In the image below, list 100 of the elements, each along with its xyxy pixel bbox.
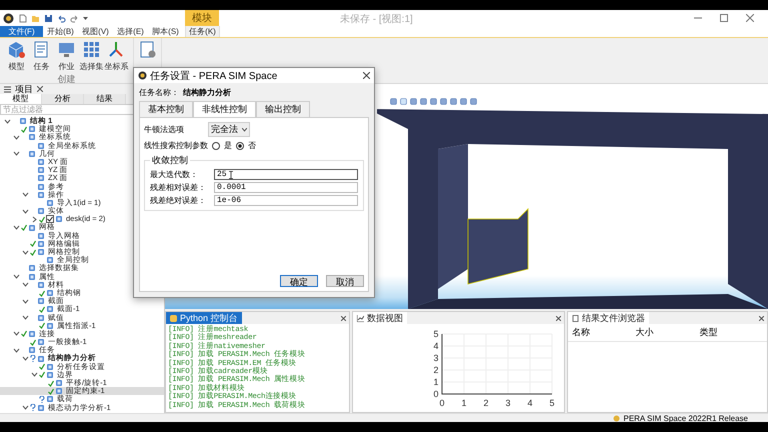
list-icon <box>4 86 11 92</box>
newton-dropdown[interactable]: 完全法 <box>208 122 250 137</box>
chevron-down-icon[interactable] <box>22 404 29 412</box>
group-title: 收敛控制 <box>151 154 189 167</box>
chevron-down-icon[interactable] <box>13 273 20 280</box>
ribbon-button[interactable]: 坐标系 <box>104 40 129 72</box>
clipboard-gear-icon <box>138 40 157 59</box>
y-tick-label: 0 <box>433 389 439 399</box>
panel-title: 项目 <box>15 82 33 94</box>
ribbon-tab[interactable]: 开始(B) <box>43 26 78 37</box>
checked-checkbox-icon[interactable] <box>46 215 54 224</box>
chart-icon <box>357 314 364 322</box>
field-label: 残差相对误差： <box>150 182 207 193</box>
x-tick-label: 3 <box>505 398 511 408</box>
maximize-icon <box>720 14 728 22</box>
empty-chart: 0 1 2 3 4 5 0 1 2 3 4 5 <box>424 324 564 412</box>
chevron-right-icon[interactable] <box>31 216 38 223</box>
redo-icon <box>70 14 79 22</box>
radio-label: 否 <box>248 140 256 151</box>
close-icon <box>556 316 561 320</box>
panel-tab[interactable]: 分析 <box>42 94 84 104</box>
dialog-tab[interactable]: 非线性控制 <box>193 101 256 117</box>
cube-plus-icon <box>7 40 26 59</box>
input-field[interactable]: 0.0001 <box>214 182 358 193</box>
text-cursor-icon <box>228 170 233 178</box>
field-label: 任务名称： <box>139 87 179 98</box>
app-logo-icon <box>3 12 14 24</box>
field-label: 残差绝对误差： <box>150 195 207 206</box>
close-icon <box>37 86 43 92</box>
ribbon-tab[interactable]: 文件(F) <box>0 26 43 37</box>
window-title: 未保存 - [视图:1] <box>340 12 413 26</box>
grid-icon <box>82 40 101 59</box>
dialog-tab[interactable]: 输出控制 <box>256 101 310 117</box>
chevron-down-icon[interactable] <box>13 346 20 354</box>
dialog-tab[interactable]: 基本控制 <box>139 101 193 117</box>
close-icon <box>341 316 346 320</box>
chevron-down-icon[interactable] <box>22 248 29 256</box>
status-text: PERA SIM Space 2022R1 Release <box>623 414 748 422</box>
y-tick-label: 5 <box>433 329 439 339</box>
ribbon-button[interactable]: 模型 <box>4 40 29 72</box>
field-label: 最大迭代数： <box>150 169 199 180</box>
chevron-down-icon[interactable] <box>22 281 29 288</box>
ribbon-tab[interactable]: 选择(E) <box>113 26 148 37</box>
chevron-down-icon[interactable] <box>22 355 29 362</box>
app-logo-icon <box>613 414 620 422</box>
close-icon <box>759 316 764 320</box>
ribbon-button[interactable]: 选择集 <box>79 40 104 72</box>
chevron-down-icon[interactable] <box>22 314 29 322</box>
node-icon <box>55 215 63 224</box>
radio-button[interactable] <box>212 142 220 150</box>
dropdown-icon <box>83 16 88 20</box>
new-file-icon <box>18 14 27 22</box>
radio-button[interactable] <box>236 142 244 150</box>
input-field[interactable]: 1e-06 <box>214 195 358 206</box>
panel-tab[interactable]: 结果 <box>84 94 126 104</box>
chevron-down-icon[interactable] <box>31 371 38 378</box>
field-label: 线性搜索控制参数 <box>144 140 208 151</box>
x-tick-label: 2 <box>483 398 489 408</box>
close-icon <box>363 72 370 79</box>
chevron-down-icon[interactable] <box>13 330 20 338</box>
panel-tab[interactable]: 模型 <box>0 94 42 104</box>
close-icon <box>746 14 754 22</box>
chevron-down-icon[interactable] <box>13 134 20 141</box>
field-label: 牛顿法选项 <box>144 124 185 135</box>
chevron-down-icon[interactable] <box>4 118 11 125</box>
x-tick-label: 5 <box>549 398 555 408</box>
y-tick-label: 3 <box>433 353 439 363</box>
chevron-down-icon[interactable] <box>13 224 20 232</box>
y-tick-label: 2 <box>433 365 439 375</box>
x-tick-label: 4 <box>527 398 533 408</box>
monitor-icon <box>57 40 76 59</box>
folder-icon <box>31 14 40 22</box>
caret-icon <box>242 128 247 132</box>
panel-tab[interactable]: Python 控制台 <box>166 312 242 324</box>
panel-tab[interactable]: 数据视图 <box>353 312 407 324</box>
chevron-down-icon[interactable] <box>22 298 29 305</box>
ribbon-button[interactable]: 作业 <box>54 40 79 72</box>
undo-icon <box>57 14 66 22</box>
chevron-down-icon[interactable] <box>13 150 20 158</box>
radio-label: 是 <box>224 140 232 151</box>
chevron-down-icon[interactable] <box>22 191 29 198</box>
dialog-button[interactable]: 确定 <box>280 275 318 287</box>
column-header[interactable]: 大小 <box>636 326 700 339</box>
x-tick-label: 1 <box>461 398 467 408</box>
dialog-title: 任务设置 - PERA SIM Space <box>150 70 278 82</box>
ribbon-tab[interactable]: 任务(K) <box>185 26 220 37</box>
panel-tab[interactable]: 结果文件浏览器 <box>568 312 649 324</box>
ribbon-tab[interactable]: 视图(V) <box>78 26 113 37</box>
ribbon-button[interactable]: 任务 <box>29 40 54 72</box>
input-field[interactable]: 25 <box>214 169 358 180</box>
column-header[interactable]: 名称 <box>572 326 636 339</box>
dialog-button[interactable]: 取消 <box>326 275 364 287</box>
context-tab-header: 模块 <box>185 10 219 26</box>
app-logo-icon <box>138 71 147 80</box>
document-icon <box>572 314 579 322</box>
task-name: 结构静力分析 <box>183 87 231 98</box>
column-header[interactable]: 类型 <box>699 326 764 339</box>
ribbon-tab[interactable]: 脚本(S) <box>148 26 183 37</box>
chevron-down-icon[interactable] <box>22 208 29 215</box>
python-icon <box>170 314 177 322</box>
